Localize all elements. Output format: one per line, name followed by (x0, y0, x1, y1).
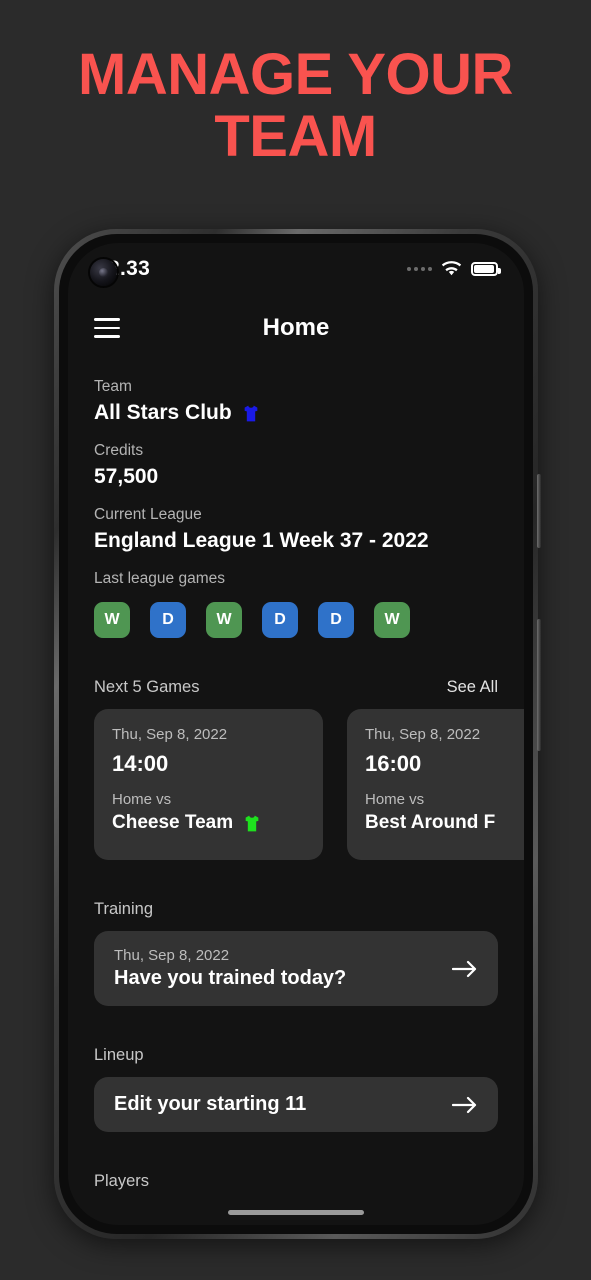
result-chip: D (262, 602, 298, 638)
game-date: Thu, Sep 8, 2022 (365, 726, 481, 743)
credits-value: 57,500 (94, 465, 159, 488)
next-games-title: Next 5 Games (94, 678, 200, 696)
game-card[interactable]: Thu, Sep 8, 2022 14:00 Home vs Cheese Te… (94, 709, 323, 860)
phone-mockup: 2.33 Home Team All Stars Club Credits 57… (54, 229, 541, 1239)
training-date: Thu, Sep 8, 2022 (114, 947, 230, 964)
team-name-row: All Stars Club (94, 401, 498, 425)
power-button[interactable] (537, 619, 541, 751)
league-value: England League 1 Week 37 - 2022 (94, 529, 429, 552)
training-title: Training (94, 900, 153, 918)
training-prompt: Have you trained today? (114, 967, 347, 989)
training-card[interactable]: Thu, Sep 8, 2022 Have you trained today? (94, 931, 498, 1006)
hamburger-menu-icon[interactable] (94, 318, 120, 338)
home-content: Team All Stars Club Credits 57,500 Curre… (68, 378, 524, 1191)
result-chip: W (374, 602, 410, 638)
jersey-icon (245, 815, 259, 831)
result-chip: W (206, 602, 242, 638)
game-time: 16:00 (365, 751, 422, 776)
result-chip: W (94, 602, 130, 638)
wifi-icon (441, 261, 462, 276)
game-opponent: Best Around F (365, 812, 496, 833)
result-chip: D (318, 602, 354, 638)
status-bar: 2.33 (68, 243, 524, 295)
players-title: Players (94, 1172, 150, 1190)
home-indicator[interactable] (228, 1210, 364, 1215)
game-opponent: Cheese Team (112, 812, 234, 833)
page-title: Home (262, 314, 330, 341)
league-label: Current League (94, 506, 202, 523)
game-opponent-row: Best Around F (365, 812, 524, 834)
volume-button[interactable] (537, 474, 541, 548)
arrow-right-icon (452, 960, 477, 977)
last-games-label: Last league games (94, 570, 225, 587)
phone-bezel: 2.33 Home Team All Stars Club Credits 57… (59, 234, 533, 1234)
lineup-action: Edit your starting 11 (114, 1093, 307, 1115)
status-indicators (407, 261, 501, 277)
credits-label: Credits (94, 442, 144, 459)
game-time: 14:00 (112, 751, 169, 776)
result-chip: D (150, 602, 186, 638)
players-header: Players (94, 1172, 498, 1191)
signal-dots-icon (407, 267, 432, 271)
arrow-right-icon (452, 1096, 477, 1113)
lineup-card[interactable]: Edit your starting 11 (94, 1077, 498, 1132)
jersey-icon (244, 405, 258, 421)
team-label: Team (94, 378, 132, 395)
see-all-link[interactable]: See All (447, 678, 498, 697)
next-games-carousel[interactable]: Thu, Sep 8, 2022 14:00 Home vs Cheese Te… (94, 709, 524, 860)
training-text: Thu, Sep 8, 2022 Have you trained today? (114, 947, 452, 990)
app-bar: Home (68, 295, 524, 361)
next-games-header: Next 5 Games See All (94, 678, 498, 697)
front-camera-icon (90, 259, 117, 286)
promo-page: MANAGE YOUR TEAM 2.33 Home Team All Star… (0, 0, 591, 1280)
last-games-streak: W D W D D W (94, 602, 498, 638)
game-date: Thu, Sep 8, 2022 (112, 726, 228, 743)
lineup-title: Lineup (94, 1046, 144, 1064)
training-header: Training (94, 900, 498, 919)
lineup-text: Edit your starting 11 (114, 1093, 452, 1116)
lineup-header: Lineup (94, 1046, 498, 1065)
game-venue: Home vs (365, 791, 425, 808)
game-opponent-row: Cheese Team (112, 812, 305, 834)
battery-full-icon (471, 262, 501, 276)
game-card[interactable]: Thu, Sep 8, 2022 16:00 Home vs Best Arou… (347, 709, 524, 860)
game-venue: Home vs (112, 791, 172, 808)
team-name: All Stars Club (94, 401, 232, 424)
promo-headline: MANAGE YOUR TEAM (78, 42, 513, 169)
phone-screen: 2.33 Home Team All Stars Club Credits 57… (68, 243, 524, 1225)
